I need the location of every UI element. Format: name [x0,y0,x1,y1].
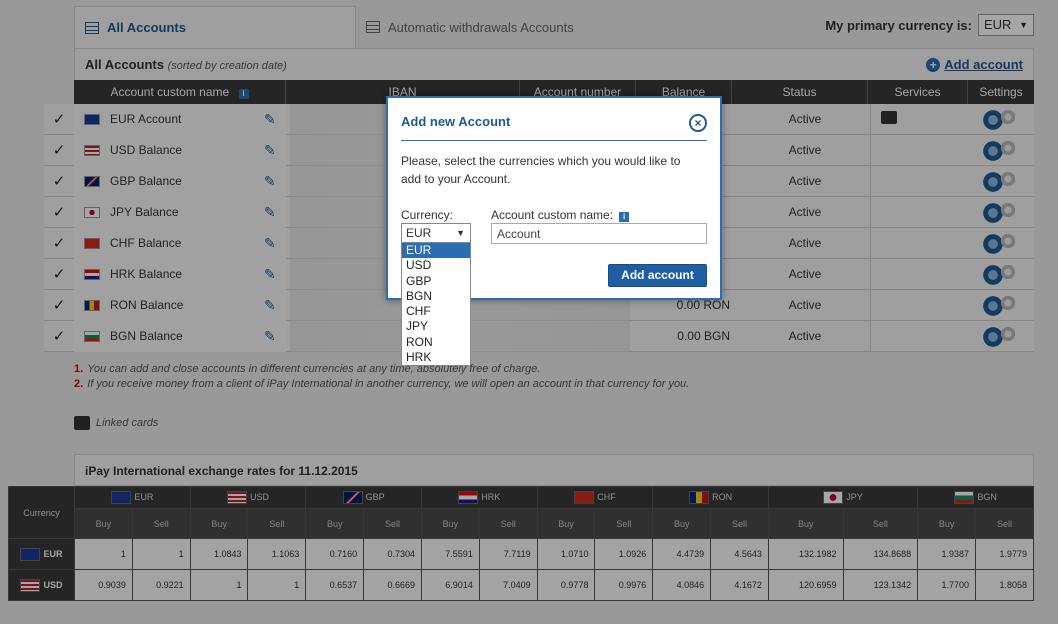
modal-title: Add new Account [401,114,511,129]
currency-option-gbp[interactable]: GBP [402,274,470,289]
currency-option-usd[interactable]: USD [402,258,470,273]
currency-option-ron[interactable]: RON [402,335,470,350]
close-icon[interactable]: × [689,114,707,132]
currency-option-eur[interactable]: EUR [402,243,470,259]
modal-divider [401,140,707,141]
currency-label: Currency: [401,208,454,222]
info-icon[interactable]: i [619,212,630,222]
currency-select[interactable]: EUR ▼ [401,223,471,244]
modal-backdrop[interactable] [0,0,1058,624]
account-name-label: Account custom name: i [491,208,630,222]
account-name-input[interactable] [491,223,707,244]
modal-description: Please, select the currencies which you … [401,154,681,186]
add-account-button[interactable]: Add account [608,264,707,287]
currency-select-value: EUR [406,226,432,240]
currency-option-bgn[interactable]: BGN [402,289,470,304]
account-name-label-text: Account custom name: [491,208,614,222]
currency-option-chf[interactable]: CHF [402,304,470,319]
chevron-down-icon: ▼ [456,228,465,238]
currency-dropdown-list: EUR USD GBP BGN CHF JPY RON HRK [401,242,471,367]
currency-option-hrk[interactable]: HRK [402,350,470,365]
currency-option-jpy[interactable]: JPY [402,319,470,334]
